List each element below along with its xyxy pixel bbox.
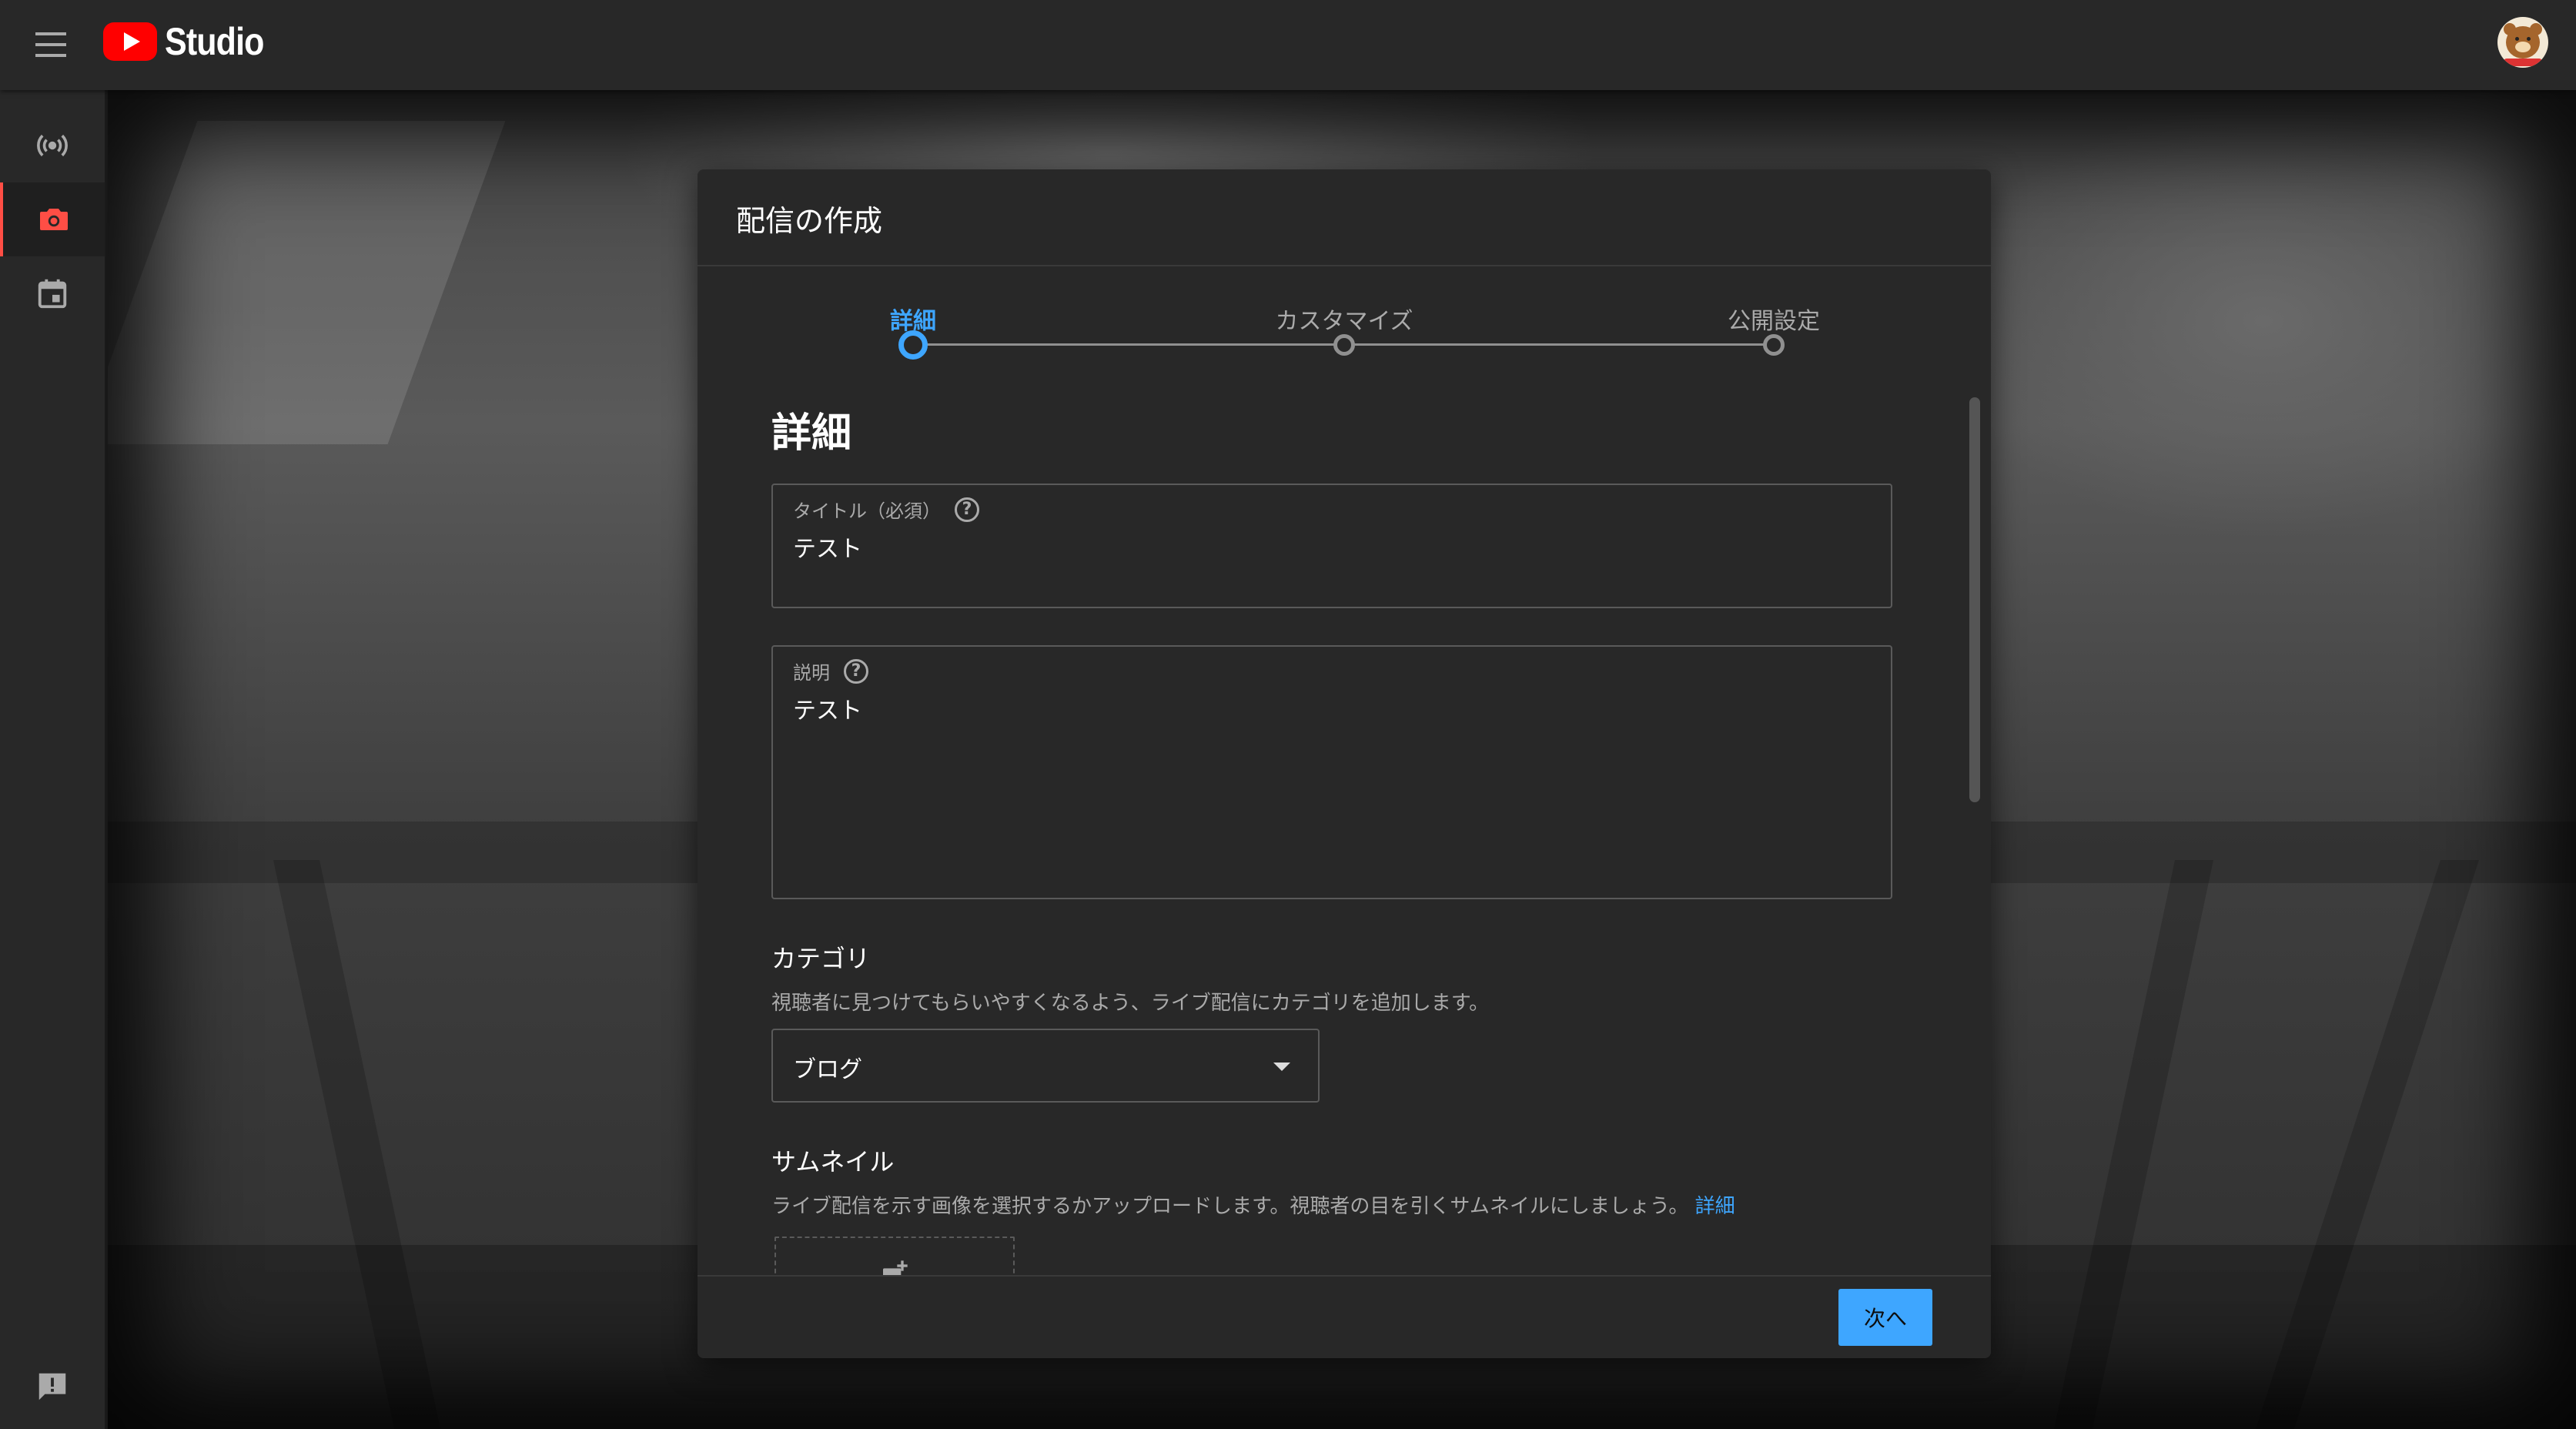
next-button[interactable]: 次へ — [1838, 1289, 1932, 1346]
step-dot-details[interactable] — [898, 330, 928, 360]
category-select[interactable]: ブログ — [771, 1029, 1320, 1103]
section-title: 詳細 — [771, 410, 852, 457]
live-broadcast-icon — [37, 134, 68, 157]
dialog-header: 配信の作成 — [698, 169, 1991, 266]
dialog-scrollbar[interactable] — [1969, 397, 1980, 802]
description-field-value[interactable]: テスト — [793, 691, 862, 725]
avatar[interactable] — [2497, 17, 2548, 68]
stepper-track — [913, 343, 1344, 346]
help-icon[interactable]: ? — [955, 497, 979, 522]
category-description: 視聴者に見つけてもらいやすくなるよう、ライブ配信にカテゴリを追加します。 — [771, 992, 1490, 1015]
sidebar-item-stream[interactable] — [0, 109, 105, 182]
thumbnail-title: サムネイル — [771, 1147, 895, 1176]
sidebar-item-webcam[interactable] — [0, 182, 105, 256]
category-title: カテゴリ — [771, 944, 871, 973]
description-field[interactable]: 説明 ? テスト — [771, 645, 1892, 899]
stepper-track — [1344, 343, 1778, 346]
youtube-play-icon — [103, 22, 157, 61]
thumbnail-description: ライブ配信を示す画像を選択するかアップロードします。視聴者の目を引くサムネイルに… — [771, 1190, 1735, 1219]
camera-icon — [40, 209, 68, 230]
dialog-title: 配信の作成 — [736, 204, 883, 238]
step-dot-visibility[interactable] — [1763, 334, 1785, 356]
sidebar-item-schedule[interactable] — [0, 256, 105, 330]
step-dot-customize[interactable] — [1333, 334, 1355, 356]
description-field-label: 説明 ? — [793, 658, 868, 684]
feedback-icon — [38, 1373, 66, 1401]
studio-logo[interactable]: Studio — [103, 18, 280, 65]
menu-icon[interactable] — [34, 28, 68, 62]
step-label-customize[interactable]: カスタマイズ — [1275, 302, 1413, 336]
title-field-label-text: タイトル（必須） — [793, 500, 941, 522]
calendar-icon — [38, 279, 67, 309]
step-label-visibility[interactable]: 公開設定 — [1728, 302, 1820, 336]
sidebar-item-feedback[interactable] — [0, 1350, 105, 1424]
title-field[interactable]: タイトル（必須） ? テスト — [771, 484, 1892, 608]
title-field-label: タイトル（必須） ? — [793, 496, 979, 523]
dialog-footer: 次へ — [698, 1275, 1991, 1358]
app-name: Studio — [165, 20, 264, 63]
thumbnail-learn-more-link[interactable]: 詳細 — [1695, 1195, 1735, 1218]
sidebar — [0, 90, 106, 1429]
create-stream-dialog: 配信の作成 詳細 カスタマイズ 公開設定 詳細 タイトル（必須） ? テスト 説… — [698, 169, 1991, 1358]
thumbnail-description-text: ライブ配信を示す画像を選択するかアップロードします。視聴者の目を引くサムネイルに… — [771, 1195, 1689, 1218]
top-bar: Studio — [0, 0, 2576, 90]
title-field-value[interactable]: テスト — [793, 530, 862, 564]
dropdown-arrow-icon — [1273, 1063, 1290, 1071]
stepper: 詳細 カスタマイズ 公開設定 — [698, 266, 1991, 390]
help-icon[interactable]: ? — [844, 658, 868, 684]
description-field-label-text: 説明 — [793, 662, 830, 684]
category-select-value: ブログ — [793, 1056, 862, 1083]
